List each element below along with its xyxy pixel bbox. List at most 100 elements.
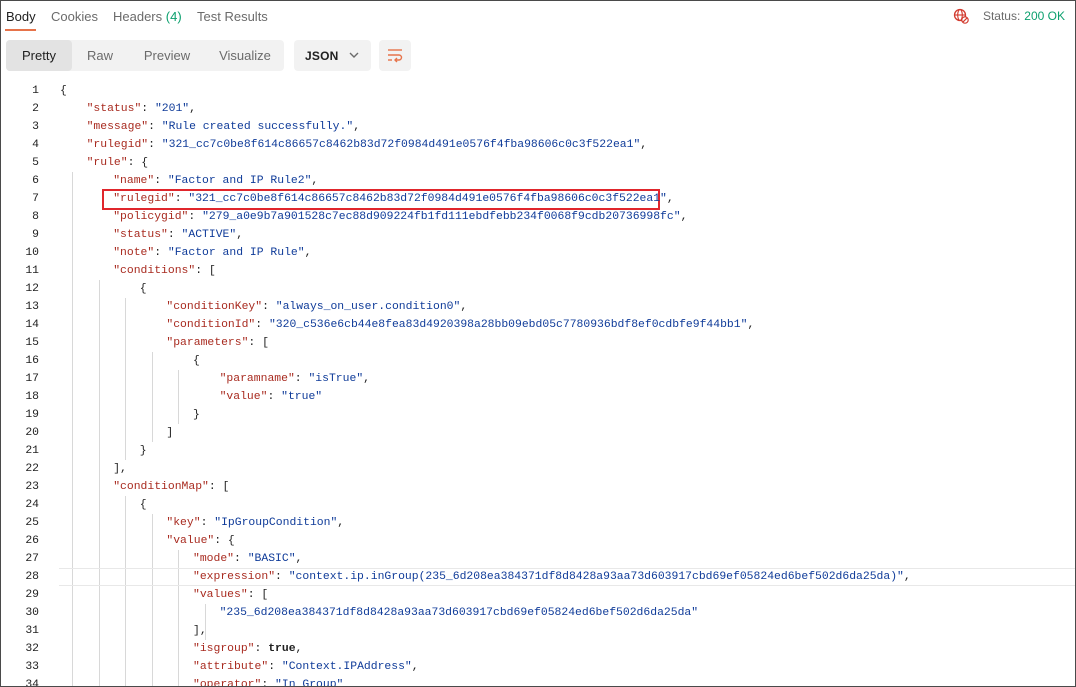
- code-text: "conditionKey": "always_on_user.conditio…: [166, 298, 467, 316]
- json-punct: : [: [248, 337, 269, 349]
- code-text: "status": "201",: [87, 100, 196, 118]
- json-punct: : [: [195, 265, 216, 277]
- code-line: 4 "rulegid": "321_cc7c0be8f614c86657c8462…: [1, 136, 1075, 154]
- json-string: "true": [281, 391, 323, 403]
- json-punct: :: [261, 679, 276, 687]
- status-value[interactable]: 200 OK: [1024, 9, 1065, 23]
- json-key: "rulegid": [86, 139, 149, 151]
- code-text: "conditionId": "320_c536e6cb44e8fea83d49…: [166, 316, 754, 334]
- json-key: "rulegid": [113, 193, 175, 205]
- code-text: ]: [166, 424, 173, 442]
- json-punct: ,: [189, 103, 196, 115]
- line-number: 17: [25, 373, 39, 385]
- raw-button[interactable]: Raw: [72, 40, 128, 71]
- code-line: 11 "conditions": [: [1, 262, 1075, 280]
- line-number: 29: [25, 589, 39, 601]
- line-number: 19: [25, 409, 39, 421]
- code-line: 26 "value": {: [1, 532, 1075, 550]
- code-text: "key": "IpGroupCondition",: [166, 514, 344, 532]
- wrap-lines-icon: [388, 49, 403, 63]
- code-text: ],: [193, 622, 207, 640]
- json-punct: :: [267, 391, 282, 403]
- code-text: }: [140, 442, 147, 460]
- json-string: "Factor and IP Rule2": [167, 175, 312, 187]
- json-key: "message": [86, 121, 149, 133]
- code-text: "conditionMap": [: [113, 478, 229, 496]
- json-punct: ,: [411, 661, 419, 673]
- json-punct: : {: [127, 157, 149, 169]
- tab-body[interactable]: Body: [6, 9, 36, 24]
- json-punct: :: [275, 571, 289, 583]
- json-punct: :: [154, 175, 168, 187]
- line-number: 32: [25, 643, 39, 655]
- format-select-value: JSON: [305, 49, 339, 63]
- line-number: 1: [32, 85, 39, 97]
- json-punct: {: [139, 283, 147, 295]
- json-key: "key": [166, 517, 201, 529]
- json-string: "279_a0e9b7a901528c7ec88d909224fb1fd111e…: [202, 211, 681, 223]
- code-line: 27 "mode": "BASIC",: [1, 550, 1075, 568]
- tab-headers-label: Headers: [113, 9, 163, 24]
- code-line: 23 "conditionMap": [: [1, 478, 1075, 496]
- json-punct: {: [139, 499, 147, 511]
- code-line: 7 "rulegid": "321_cc7c0be8f614c86657c8462…: [1, 190, 1075, 208]
- json-punct: ,: [666, 193, 674, 205]
- json-key: "conditions": [113, 265, 196, 277]
- code-text: "rulegid": "321_cc7c0be8f614c86657c8462b…: [87, 136, 648, 154]
- code-line: 10 "note": "Factor and IP Rule",: [1, 244, 1075, 262]
- code-text: "mode": "BASIC",: [193, 550, 302, 568]
- code-line: 33 "attribute": "Context.IPAddress",: [1, 658, 1075, 676]
- json-key: "value": [219, 391, 268, 403]
- json-key: "values": [193, 589, 248, 601]
- line-number: 12: [25, 283, 39, 295]
- json-punct: :: [141, 103, 155, 115]
- visualize-button[interactable]: Visualize: [206, 40, 284, 71]
- active-tab-indicator: [5, 29, 36, 31]
- code-text: "status": "ACTIVE",: [113, 226, 243, 244]
- json-punct: ,: [363, 373, 370, 385]
- tab-headers[interactable]: Headers (4): [113, 9, 182, 24]
- code-line: 14 "conditionId": "320_c536e6cb44e8fea83d…: [1, 316, 1075, 334]
- line-number: 33: [25, 661, 39, 673]
- code-line: 24 {: [1, 496, 1075, 514]
- code-text: "expression": "context.ip.inGroup(235_6d…: [193, 568, 911, 586]
- pretty-button[interactable]: Pretty: [6, 40, 72, 71]
- json-punct: :: [255, 319, 269, 331]
- json-string: "201": [154, 103, 190, 115]
- preview-button[interactable]: Preview: [128, 40, 206, 71]
- line-number: 8: [32, 211, 39, 223]
- response-body-editor[interactable]: 1{2 "status": "201", 3 "message": "Rule cre…: [1, 82, 1075, 686]
- json-string: "Context.IPAddress": [281, 661, 412, 673]
- line-number: 30: [25, 607, 39, 619]
- line-number: 22: [25, 463, 39, 475]
- json-punct: :: [148, 121, 162, 133]
- json-string: "321_cc7c0be8f614c86657c8462b83d72f0984d…: [188, 193, 667, 205]
- json-punct: :: [200, 517, 215, 529]
- line-number: 7: [32, 193, 39, 205]
- wrap-lines-button[interactable]: [379, 40, 411, 71]
- code-line: 6 "name": "Factor and IP Rule2",: [1, 172, 1075, 190]
- line-number: 3: [32, 121, 39, 133]
- code-line: 3 "message": "Rule created successfully."…: [1, 118, 1075, 136]
- code-line: 17 "paramname": "isTrue",: [1, 370, 1075, 388]
- code-line: 21}: [1, 442, 1075, 460]
- tab-test-results[interactable]: Test Results: [197, 9, 268, 24]
- json-string: "BASIC": [247, 553, 296, 565]
- globe-blocked-icon[interactable]: [953, 8, 969, 24]
- json-punct: :: [167, 229, 182, 241]
- status-label: Status:: [982, 9, 1021, 23]
- code-text: }: [193, 406, 200, 424]
- code-text: "policygid": "279_a0e9b7a901528c7ec88d90…: [113, 208, 687, 226]
- code-line: 1{: [1, 82, 1075, 100]
- tab-cookies[interactable]: Cookies: [51, 9, 98, 24]
- format-select[interactable]: JSON: [294, 40, 371, 71]
- json-punct: :: [188, 211, 203, 223]
- code-text: "value": {: [166, 532, 234, 550]
- json-string: "235_6d208ea384371df8d8428a93aa73d603917…: [219, 607, 699, 619]
- code-line: 22],: [1, 460, 1075, 478]
- code-text: "attribute": "Context.IPAddress",: [193, 658, 419, 676]
- json-punct: ]: [166, 427, 174, 439]
- code-text: "rulegid": "321_cc7c0be8f614c86657c8462b…: [113, 190, 674, 208]
- json-string: "isTrue": [308, 373, 364, 385]
- code-line: 19}: [1, 406, 1075, 424]
